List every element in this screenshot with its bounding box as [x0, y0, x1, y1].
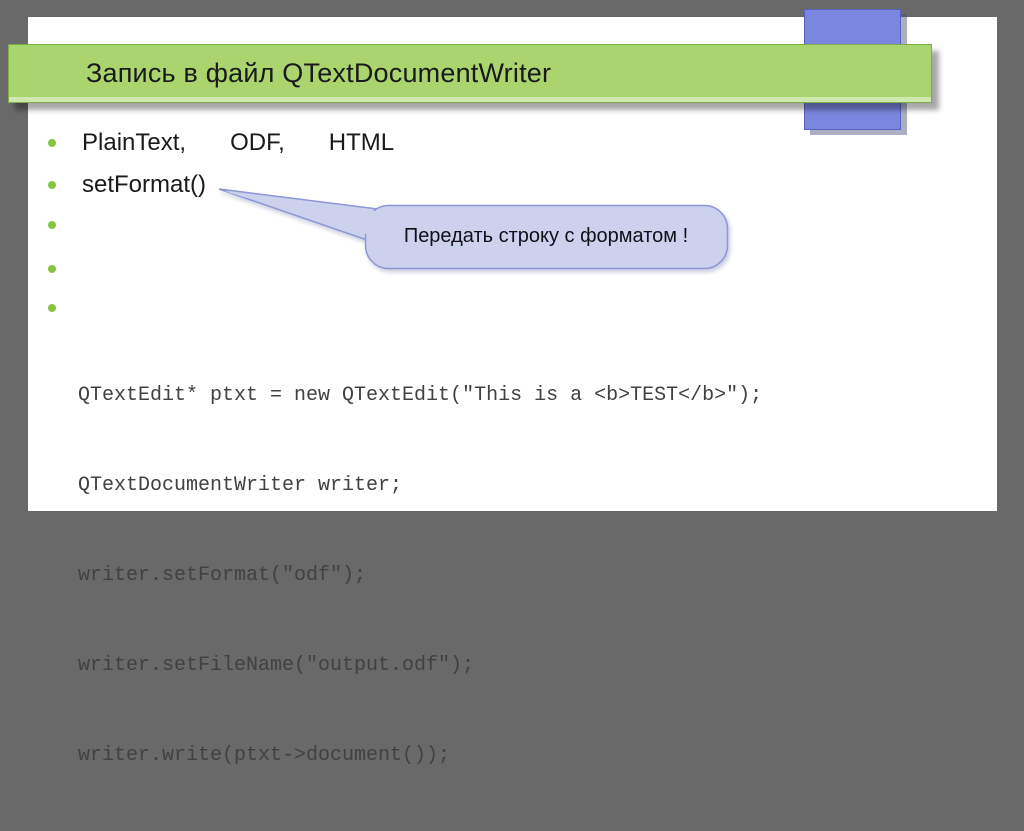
callout-text: Передать строку с форматом !	[403, 225, 689, 247]
bullet-part-plaintext: PlainText,	[82, 129, 187, 156]
bullet-text: setFormat()	[82, 171, 206, 199]
code-block: QTextEdit* ptxt = new QTextEdit("This is…	[78, 321, 762, 831]
title-banner: Запись в файл QTextDocumentWriter	[8, 44, 932, 103]
code-line: writer.write(ptxt->document());	[78, 744, 451, 767]
bullet-icon	[48, 265, 56, 273]
bullet-item-empty-3	[28, 293, 82, 323]
page-title: Запись в файл QTextDocumentWriter	[86, 58, 552, 88]
code-line: QTextDocumentWriter writer;	[78, 474, 403, 497]
bullet-item-formats: PlainText, ODF, HTML	[28, 128, 394, 158]
bullet-item-setformat: setFormat()	[28, 170, 206, 200]
presentation-stage: PlainText, ODF, HTML setFormat() Передат…	[0, 0, 1024, 767]
bullet-item-empty-1	[28, 210, 82, 240]
code-line: writer.setFormat("odf");	[78, 564, 367, 587]
code-line: QTextEdit* ptxt = new QTextEdit("This is…	[78, 384, 763, 407]
bullet-icon	[48, 139, 56, 147]
bullet-part-setformat: setFormat()	[82, 171, 207, 198]
bullet-item-empty-2	[28, 254, 82, 284]
bullet-text: PlainText, ODF, HTML	[82, 129, 394, 157]
bullet-icon	[48, 304, 56, 312]
bullet-icon	[48, 221, 56, 229]
code-line: writer.setFileName("output.odf");	[78, 654, 475, 677]
bullet-part-html: HTML	[328, 129, 395, 156]
bullet-part-odf: ODF,	[230, 129, 285, 156]
bullet-icon	[48, 181, 56, 189]
